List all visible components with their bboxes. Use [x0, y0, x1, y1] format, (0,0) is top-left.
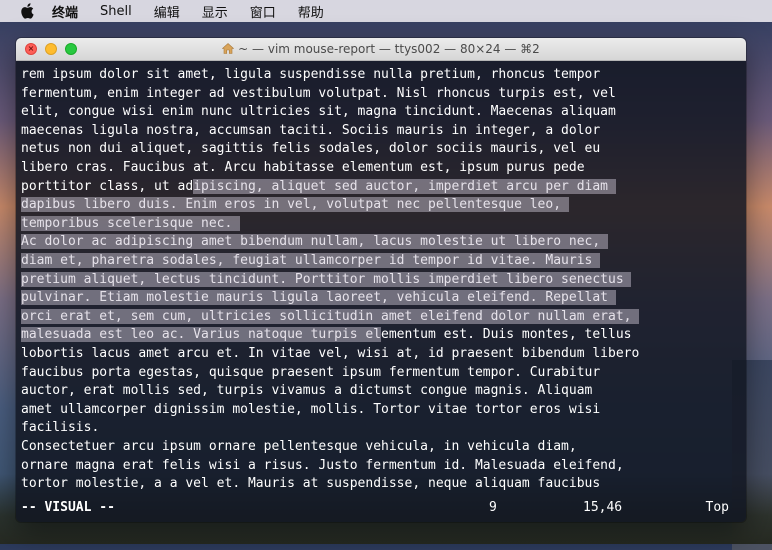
vim-mode-indicator: -- VISUAL -- — [21, 500, 115, 515]
terminal-line[interactable]: diam et, pharetra sodales, feugiat ullam… — [21, 252, 601, 271]
title-bar[interactable]: × ~ — vim mouse-report — ttys002 — 80×24… — [16, 38, 746, 61]
terminal-content[interactable]: rem ipsum dolor sit amet, ligula suspend… — [16, 61, 746, 522]
line-text: libero cras. Faucibus at. Arcu habitasse… — [21, 160, 585, 175]
terminal-line[interactable]: maecenas ligula nostra, accumsan taciti.… — [21, 122, 600, 141]
menu-view[interactable]: 显示 — [202, 2, 228, 21]
selected-text: pretium aliquet, lectus tincidunt. Portt… — [21, 271, 632, 287]
line-text: elit, congue wisi enim nunc ultricies si… — [21, 104, 616, 120]
line-text: ementum est. Duis montes, tellus — [381, 327, 632, 343]
terminal-line[interactable]: rem ipsum dolor sit amet, ligula suspend… — [21, 66, 600, 85]
menu-bar: 终端 Shell 编辑 显示 窗口 帮助 — [0, 0, 772, 22]
line-text: facilisis. — [21, 420, 100, 436]
selected-text: temporibus scelerisque nec. — [21, 215, 241, 231]
terminal-line[interactable]: dapibus libero duis. Enim eros in vel, v… — [21, 196, 569, 215]
selected-text: malesuada est leo ac. Varius natoque tur… — [21, 327, 382, 343]
terminal-line[interactable]: Consectetuer arcu ipsum ornare pellentes… — [21, 438, 577, 457]
menu-help[interactable]: 帮助 — [298, 2, 324, 21]
menu-terminal[interactable]: 终端 — [52, 2, 78, 21]
terminal-line[interactable]: libero cras. Faucibus at. Arcu habitasse… — [21, 159, 585, 178]
terminal-line[interactable]: tortor molestie, a a vel et. Mauris at s… — [21, 475, 600, 494]
terminal-line[interactable]: pulvinar. Etiam molestie mauris ligula l… — [21, 289, 616, 308]
selected-text: ipiscing, aliquet sed auctor, imperdiet … — [193, 178, 616, 194]
terminal-line[interactable]: temporibus scelerisque nec. — [21, 215, 241, 234]
line-text: faucibus porta egestas, quisque praesent… — [21, 364, 601, 380]
terminal-line[interactable]: fermentum, enim integer ad vestibulum vo… — [21, 85, 616, 104]
scroll-position: Top — [705, 500, 729, 515]
terminal-line[interactable]: elit, congue wisi enim nunc ultricies si… — [21, 103, 616, 122]
terminal-window: × ~ — vim mouse-report — ttys002 — 80×24… — [16, 38, 746, 522]
line-text: porttitor class, ut ad — [21, 178, 194, 194]
line-text: fermentum, enim integer ad vestibulum vo… — [21, 85, 616, 101]
selected-text: pulvinar. Etiam molestie mauris ligula l… — [21, 290, 616, 306]
line-text: Consectetuer arcu ipsum ornare pellentes… — [21, 439, 577, 454]
line-text: tortor molestie, a a vel et. Mauris at s… — [21, 476, 601, 492]
cursor-position: 15,46 — [583, 500, 623, 515]
selected-text: Ac dolor ac adipiscing amet bibendum nul… — [21, 234, 608, 250]
terminal-line[interactable]: porttitor class, ut adipiscing, aliquet … — [21, 178, 616, 197]
line-text: maecenas ligula nostra, accumsan taciti.… — [21, 122, 601, 138]
line-text: lobortis lacus amet arcu et. In vitae ve… — [21, 346, 640, 361]
line-text: amet ullamcorper dignissim molestie, mol… — [21, 401, 601, 417]
vim-status-line: -- VISUAL -- 9 15,46 Top — [21, 499, 741, 517]
terminal-line[interactable]: lobortis lacus amet arcu et. In vitae ve… — [21, 345, 639, 364]
selected-text: diam et, pharetra sodales, feugiat ullam… — [21, 253, 601, 268]
terminal-line[interactable]: orci erat et, sem cum, ultricies sollici… — [21, 308, 640, 327]
window-title: ~ — vim mouse-report — ttys002 — 80×24 —… — [238, 42, 540, 56]
terminal-line[interactable]: malesuada est leo ac. Varius natoque tur… — [21, 326, 631, 345]
terminal-line[interactable]: facilisis. — [21, 419, 99, 438]
terminal-line[interactable]: faucibus porta egestas, quisque praesent… — [21, 364, 600, 383]
line-text: netus non dui aliquet, sagittis felis so… — [21, 141, 601, 157]
line-text: auctor, erat mollis sed, turpis vivamus … — [21, 383, 593, 399]
selected-text: dapibus libero duis. Enim eros in vel, v… — [21, 197, 569, 213]
home-icon — [221, 39, 235, 54]
menu-edit[interactable]: 编辑 — [154, 2, 180, 21]
selection-count: 9 — [489, 500, 497, 515]
terminal-line[interactable]: auctor, erat mollis sed, turpis vivamus … — [21, 382, 592, 401]
apple-icon[interactable] — [20, 3, 34, 19]
terminal-line[interactable]: pretium aliquet, lectus tincidunt. Portt… — [21, 271, 632, 290]
terminal-line[interactable]: Ac dolor ac adipiscing amet bibendum nul… — [21, 233, 608, 252]
line-text: ornare magna erat felis wisi a risus. Ju… — [21, 457, 624, 473]
menu-shell[interactable]: Shell — [100, 4, 132, 19]
menu-window[interactable]: 窗口 — [250, 2, 276, 21]
terminal-line[interactable]: ornare magna erat felis wisi a risus. Ju… — [21, 457, 624, 476]
line-text: rem ipsum dolor sit amet, ligula suspend… — [21, 67, 601, 82]
terminal-line[interactable]: amet ullamcorper dignissim molestie, mol… — [21, 401, 600, 420]
selected-text: orci erat et, sem cum, ultricies sollici… — [21, 308, 640, 324]
terminal-line[interactable]: netus non dui aliquet, sagittis felis so… — [21, 140, 600, 159]
window-title-container: ~ — vim mouse-report — ttys002 — 80×24 —… — [16, 38, 746, 60]
